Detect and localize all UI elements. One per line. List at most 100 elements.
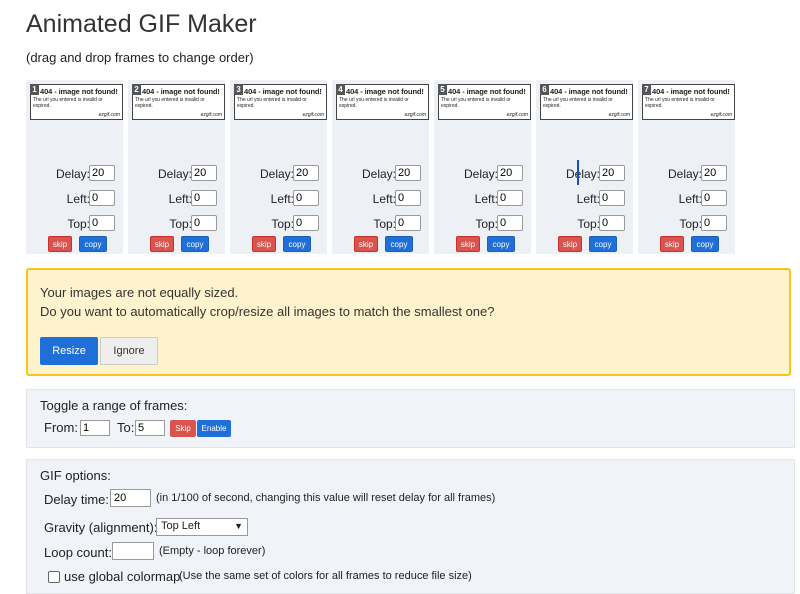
frame-thumbnail[interactable]: 404 - image not found! The url you enter… bbox=[234, 84, 327, 120]
thumb-body: The url you entered is invalid or expire… bbox=[339, 97, 409, 109]
left-input[interactable] bbox=[191, 190, 217, 206]
top-input[interactable] bbox=[701, 215, 727, 231]
left-input[interactable] bbox=[395, 190, 421, 206]
frame-card[interactable]: 404 - image not found! The url you enter… bbox=[536, 80, 633, 254]
frame-thumbnail[interactable]: 404 - image not found! The url you enter… bbox=[30, 84, 123, 120]
skip-button[interactable]: skip bbox=[48, 236, 72, 252]
left-input[interactable] bbox=[89, 190, 115, 206]
delay-input[interactable] bbox=[395, 165, 421, 181]
delay-time-note: (in 1/100 of second, changing this value… bbox=[156, 492, 496, 504]
from-label: From: bbox=[44, 420, 78, 435]
thumb-site: ezgif.com bbox=[98, 112, 120, 118]
frame-number-badge: 2 bbox=[132, 84, 141, 95]
frame-card[interactable]: 404 - image not found! The url you enter… bbox=[332, 80, 429, 254]
delay-label: Delay: bbox=[361, 167, 396, 181]
frame-thumbnail[interactable]: 404 - image not found! The url you enter… bbox=[336, 84, 429, 120]
global-colormap-label: use global colormap bbox=[64, 569, 181, 584]
thumb-site: ezgif.com bbox=[710, 112, 732, 118]
delay-input[interactable] bbox=[599, 165, 625, 181]
delay-input[interactable] bbox=[497, 165, 523, 181]
page-subtitle: (drag and drop frames to change order) bbox=[26, 50, 254, 65]
delay-label: Delay: bbox=[55, 167, 90, 181]
top-input[interactable] bbox=[89, 215, 115, 231]
copy-button[interactable]: copy bbox=[181, 236, 209, 252]
delay-label: Delay: bbox=[259, 167, 294, 181]
frame-thumbnail[interactable]: 404 - image not found! The url you enter… bbox=[540, 84, 633, 120]
left-input[interactable] bbox=[497, 190, 523, 206]
frame-number-badge: 7 bbox=[642, 84, 651, 95]
frame-thumbnail[interactable]: 404 - image not found! The url you enter… bbox=[438, 84, 531, 120]
skip-button[interactable]: skip bbox=[660, 236, 684, 252]
delay-input[interactable] bbox=[89, 165, 115, 181]
thumb-body: The url you entered is invalid or expire… bbox=[441, 97, 511, 109]
delay-time-label: Delay time: bbox=[44, 492, 110, 507]
gravity-selected-value: Top Left bbox=[161, 520, 201, 532]
copy-button[interactable]: copy bbox=[283, 236, 311, 252]
resize-button[interactable]: Resize bbox=[40, 337, 98, 365]
skip-button[interactable]: skip bbox=[558, 236, 582, 252]
global-colormap-note: (Use the same set of colors for all fram… bbox=[179, 570, 472, 582]
top-input[interactable] bbox=[191, 215, 217, 231]
left-input[interactable] bbox=[599, 190, 625, 206]
thumb-site: ezgif.com bbox=[404, 112, 426, 118]
left-label: Left: bbox=[372, 192, 396, 206]
frame-card[interactable]: 404 - image not found! The url you enter… bbox=[434, 80, 531, 254]
range-skip-button[interactable]: Skip bbox=[170, 420, 196, 437]
to-input[interactable] bbox=[135, 420, 165, 436]
frame-card[interactable]: 404 - image not found! The url you enter… bbox=[230, 80, 327, 254]
warning-line-2: Do you want to automatically crop/resize… bbox=[40, 304, 495, 319]
thumb-heading: 404 - image not found! bbox=[40, 87, 118, 96]
frame-card[interactable]: 404 - image not found! The url you enter… bbox=[638, 80, 735, 254]
thumb-heading: 404 - image not found! bbox=[448, 87, 526, 96]
copy-button[interactable]: copy bbox=[385, 236, 413, 252]
thumb-body: The url you entered is invalid or expire… bbox=[237, 97, 307, 109]
to-label: To: bbox=[117, 420, 135, 435]
range-enable-button[interactable]: Enable bbox=[197, 420, 231, 437]
delay-time-input[interactable] bbox=[110, 489, 151, 507]
left-label: Left: bbox=[270, 192, 294, 206]
frame-card[interactable]: 404 - image not found! The url you enter… bbox=[128, 80, 225, 254]
text-cursor bbox=[577, 160, 579, 185]
loop-count-input[interactable] bbox=[112, 542, 154, 560]
ignore-button[interactable]: Ignore bbox=[100, 337, 158, 365]
left-input[interactable] bbox=[293, 190, 319, 206]
top-input[interactable] bbox=[395, 215, 421, 231]
copy-button[interactable]: copy bbox=[691, 236, 719, 252]
delay-label: Delay: bbox=[463, 167, 498, 181]
top-input[interactable] bbox=[599, 215, 625, 231]
skip-button[interactable]: skip bbox=[456, 236, 480, 252]
frames-strip: 404 - image not found! The url you enter… bbox=[26, 80, 737, 254]
left-label: Left: bbox=[474, 192, 498, 206]
frame-thumbnail[interactable]: 404 - image not found! The url you enter… bbox=[132, 84, 225, 120]
thumb-heading: 404 - image not found! bbox=[550, 87, 628, 96]
left-label: Left: bbox=[66, 192, 90, 206]
thumb-heading: 404 - image not found! bbox=[652, 87, 730, 96]
left-label: Left: bbox=[576, 192, 600, 206]
delay-input[interactable] bbox=[701, 165, 727, 181]
chevron-down-icon: ▼ bbox=[234, 521, 243, 531]
left-label: Left: bbox=[168, 192, 192, 206]
top-input[interactable] bbox=[293, 215, 319, 231]
delay-input[interactable] bbox=[293, 165, 319, 181]
delay-label: Delay: bbox=[565, 167, 600, 181]
gravity-select[interactable]: Top Left ▼ bbox=[156, 518, 248, 536]
delay-input[interactable] bbox=[191, 165, 217, 181]
thumb-site: ezgif.com bbox=[302, 112, 324, 118]
page-title: Animated GIF Maker bbox=[26, 10, 257, 38]
top-label: Top: bbox=[271, 217, 294, 231]
from-input[interactable] bbox=[80, 420, 110, 436]
frame-thumbnail[interactable]: 404 - image not found! The url you enter… bbox=[642, 84, 735, 120]
global-colormap-checkbox[interactable] bbox=[48, 571, 60, 583]
thumb-body: The url you entered is invalid or expire… bbox=[33, 97, 103, 109]
copy-button[interactable]: copy bbox=[589, 236, 617, 252]
delay-label: Delay: bbox=[157, 167, 192, 181]
copy-button[interactable]: copy bbox=[487, 236, 515, 252]
left-input[interactable] bbox=[701, 190, 727, 206]
toggle-heading: Toggle a range of frames: bbox=[40, 398, 188, 413]
top-input[interactable] bbox=[497, 215, 523, 231]
skip-button[interactable]: skip bbox=[354, 236, 378, 252]
copy-button[interactable]: copy bbox=[79, 236, 107, 252]
frame-card[interactable]: 404 - image not found! The url you enter… bbox=[26, 80, 123, 254]
skip-button[interactable]: skip bbox=[150, 236, 174, 252]
skip-button[interactable]: skip bbox=[252, 236, 276, 252]
